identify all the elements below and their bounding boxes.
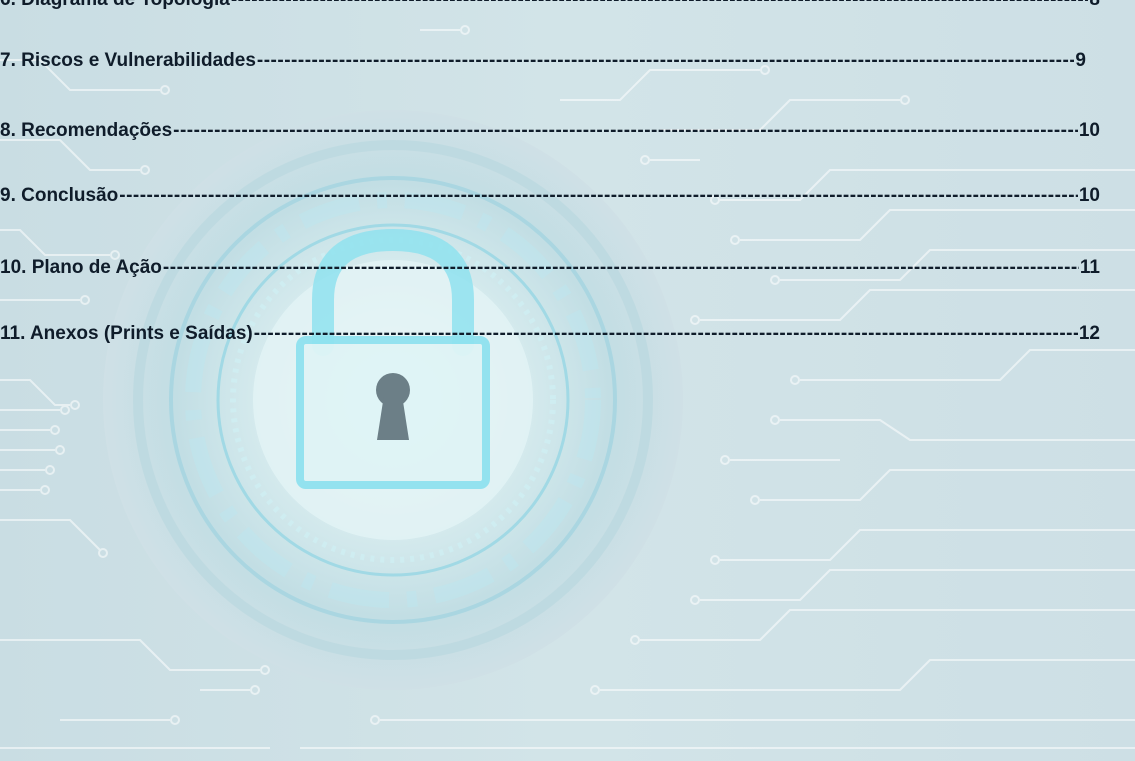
toc-entry[interactable]: 9. Conclusão ---------------------------…	[0, 183, 1100, 209]
toc-leader: ----------------------------------------…	[119, 185, 1078, 206]
toc-leader: ----------------------------------------…	[256, 50, 1075, 71]
toc-entry[interactable]: 8. Recomendações -----------------------…	[0, 118, 1100, 144]
table-of-contents: 6. Diagrama de Topologia ---------------…	[0, 0, 1135, 761]
toc-entry-page: 11	[1079, 257, 1100, 278]
toc-entry[interactable]: 10. Plano de Ação ----------------------…	[0, 255, 1100, 281]
toc-entry-page: 12	[1078, 323, 1100, 344]
toc-entry-title: 10. Plano de Ação	[0, 257, 162, 278]
toc-entry-page: 10	[1078, 185, 1100, 206]
toc-entry-title: 7. Riscos e Vulnerabilidades	[0, 50, 256, 71]
toc-entry[interactable]: 11. Anexos (Prints e Saídas) -----------…	[0, 321, 1100, 347]
toc-entry-title: 8. Recomendações	[0, 120, 173, 141]
toc-leader: ----------------------------------------…	[253, 323, 1078, 344]
toc-entry[interactable]: 7. Riscos e Vulnerabilidades -----------…	[0, 48, 1086, 74]
toc-entry-page: 9	[1075, 50, 1086, 71]
toc-entry-title: 9. Conclusão	[0, 185, 119, 206]
toc-leader: ----------------------------------------…	[173, 120, 1078, 141]
toc-leader: ----------------------------------------…	[231, 0, 1089, 11]
toc-entry[interactable]: 6. Diagrama de Topologia ---------------…	[0, 0, 1100, 13]
toc-entry-title: 6. Diagrama de Topologia	[0, 0, 230, 11]
toc-entry-title: 11. Anexos (Prints e Saídas)	[0, 323, 253, 344]
toc-leader: ----------------------------------------…	[162, 257, 1079, 278]
toc-entry-page: 10	[1078, 120, 1100, 141]
toc-entry-page: 8	[1089, 0, 1100, 11]
